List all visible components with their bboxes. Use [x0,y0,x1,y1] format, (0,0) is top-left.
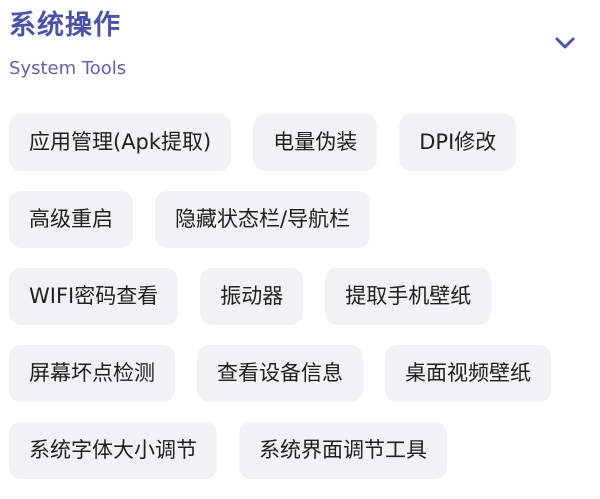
section-title: 系统操作 [9,10,121,41]
section-subtitle: System Tools [9,58,127,79]
tools-row: WIFI密码查看 振动器 提取手机壁纸 [9,268,594,325]
tool-device-info-button[interactable]: 查看设备信息 [197,345,363,402]
tools-row: 屏幕坏点检测 查看设备信息 桌面视频壁纸 [9,345,594,402]
tools-row: 系统字体大小调节 系统界面调节工具 [9,422,594,479]
tool-wifi-password-button[interactable]: WIFI密码查看 [9,268,179,325]
tool-app-manager-button[interactable]: 应用管理(Apk提取) [9,114,232,171]
tools-row: 高级重启 隐藏状态栏/导航栏 [9,191,594,248]
section-header: 系统操作 System Tools [0,0,600,100]
collapse-button[interactable] [548,28,582,58]
tool-dead-pixel-button[interactable]: 屏幕坏点检测 [9,345,175,402]
tool-video-wallpaper-button[interactable]: 桌面视频壁纸 [385,345,551,402]
tool-vibrator-button[interactable]: 振动器 [200,268,304,325]
tool-advanced-reboot-button[interactable]: 高级重启 [9,191,133,248]
tools-row: 应用管理(Apk提取) 电量伪装 DPI修改 [9,114,594,171]
tools-grid: 应用管理(Apk提取) 电量伪装 DPI修改 高级重启 隐藏状态栏/导航栏 WI… [9,114,594,499]
chevron-down-icon [555,37,575,49]
tool-font-size-button[interactable]: 系统字体大小调节 [9,422,217,479]
tool-battery-spoof-button[interactable]: 电量伪装 [253,114,378,171]
tool-system-ui-tuner-button[interactable]: 系统界面调节工具 [239,422,447,479]
tool-extract-wallpaper-button[interactable]: 提取手机壁纸 [325,268,492,325]
tool-dpi-button[interactable]: DPI修改 [399,114,517,171]
tool-hide-bars-button[interactable]: 隐藏状态栏/导航栏 [155,191,371,248]
